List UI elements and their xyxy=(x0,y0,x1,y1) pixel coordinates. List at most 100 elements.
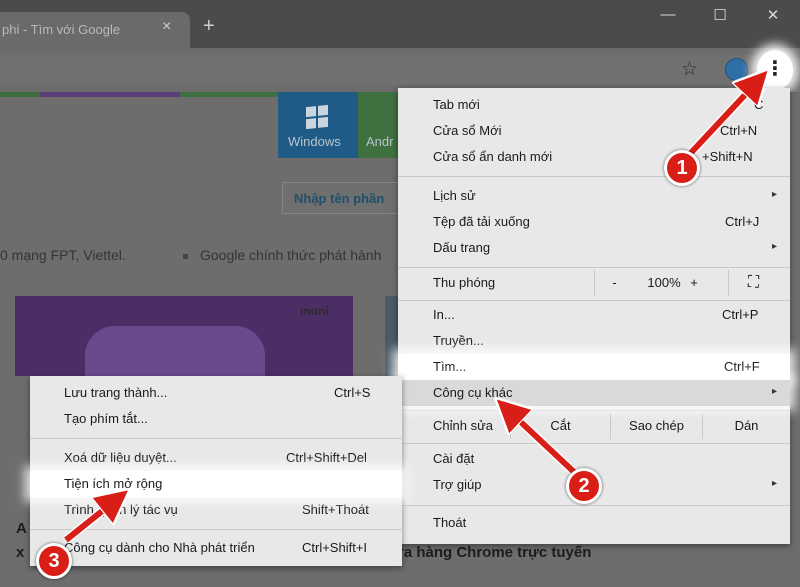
menu-shortcut: Shift+Thoát xyxy=(302,502,369,517)
menu-shortcut: Ctrl+Shift+Del xyxy=(286,450,367,465)
menu-shortcut: +Shift+N xyxy=(702,149,753,164)
paste-button[interactable]: Dán xyxy=(702,413,790,439)
category-android[interactable]: Andr xyxy=(358,92,398,158)
menu-label: Thoát xyxy=(433,515,467,530)
menu-item-save-page[interactable]: Lưu trang thành... Ctrl+S xyxy=(30,380,402,406)
thumbnail-logo: moni xyxy=(300,304,329,318)
menu-item-cast[interactable]: Truyền... xyxy=(398,328,790,354)
menu-item-dev-tools[interactable]: Công cụ dành cho Nhà phát triển Ctrl+Shi… xyxy=(30,535,402,561)
cut-button[interactable]: Cắt xyxy=(510,413,610,439)
submenu-arrow-icon: ▸ xyxy=(772,241,778,252)
menu-item-create-shortcut[interactable]: Tạo phím tắt... xyxy=(30,406,402,432)
browser-tab[interactable]: phi - Tìm với Google × xyxy=(0,12,190,48)
menu-item-bookmarks[interactable]: Dấu trang ▸ xyxy=(398,235,790,261)
zoom-out-button[interactable]: - xyxy=(594,270,634,296)
new-tab-icon[interactable]: + xyxy=(203,16,215,36)
tab-title: phi - Tìm với Google xyxy=(2,22,121,37)
menu-separator xyxy=(398,300,790,301)
article-title-fragment[interactable]: A xyxy=(16,520,27,537)
screenshot-root: phi - Tìm với Google × + — ☐ ✕ ☆ ⋮ Windo… xyxy=(0,0,800,587)
category-android-label: Andr xyxy=(366,134,394,149)
step-badge-1: 1 xyxy=(664,150,700,186)
menu-item-settings[interactable]: Cài đặt xyxy=(398,446,790,472)
menu-separator xyxy=(398,267,790,268)
menu-item-find[interactable]: Tìm... Ctrl+F xyxy=(398,354,790,380)
menu-item-exit[interactable]: Thoát xyxy=(398,510,790,536)
zoom-in-button[interactable]: + xyxy=(674,270,714,296)
menu-item-history[interactable]: Lịch sử ▸ xyxy=(398,183,790,209)
menu-item-task-manager[interactable]: Trình quản lý tác vụ Shift+Thoát xyxy=(30,497,402,523)
windows-logo-icon xyxy=(306,104,328,130)
menu-shortcut: Ctrl+S xyxy=(334,385,371,400)
article-thumbnail[interactable]: moni xyxy=(15,296,353,376)
menu-item-incognito[interactable]: Cửa sổ ẩn danh mới +Shift+N xyxy=(398,144,790,170)
menu-label: Trợ giúp xyxy=(433,477,482,492)
maximize-icon[interactable]: ☐ xyxy=(707,6,733,24)
menu-label: Trình quản lý tác vụ xyxy=(64,502,178,517)
menu-label: Cửa sổ ẩn danh mới xyxy=(433,149,553,164)
menu-label: Dấu trang xyxy=(433,240,491,255)
bookmark-star-icon[interactable]: ☆ xyxy=(681,58,698,81)
menu-item-zoom: Thu phóng - 100% + ⛶ xyxy=(398,270,790,296)
menu-item-new-tab[interactable]: Tab mới C xyxy=(398,92,790,118)
menu-label: Tìm... xyxy=(433,359,467,374)
kebab-menu-icon[interactable]: ⋮ xyxy=(762,53,788,85)
menu-item-downloads[interactable]: Tệp đã tải xuống Ctrl+J xyxy=(398,209,790,235)
menu-label: Thu phóng xyxy=(433,275,496,290)
submenu-arrow-icon: ▸ xyxy=(772,386,778,397)
menu-shortcut: Ctrl+Shift+I xyxy=(302,540,368,555)
step-badge-3: 3 xyxy=(36,543,72,579)
article-title-fragment[interactable]: x xyxy=(16,544,24,561)
menu-label: Cửa sổ Mới xyxy=(433,123,502,138)
menu-label: Tệp đã tải xuống xyxy=(433,214,530,229)
category-windows-label: Windows xyxy=(288,134,341,149)
minimize-icon[interactable]: — xyxy=(655,6,681,23)
color-strip xyxy=(0,92,40,97)
tab-strip: phi - Tìm với Google × + — ☐ ✕ xyxy=(0,0,800,48)
menu-label: Lịch sử xyxy=(433,188,476,203)
profile-avatar[interactable] xyxy=(725,58,748,81)
menu-shortcut: Ctrl+N xyxy=(720,123,758,138)
menu-item-clear-data[interactable]: Xoá dữ liệu duyệt... Ctrl+Shift+Del xyxy=(30,445,402,471)
menu-separator xyxy=(30,529,402,530)
menu-item-edit: Chỉnh sửa Cắt Sao chép Dán xyxy=(398,413,790,439)
article-title[interactable]: ra hàng Chrome trực tuyến xyxy=(398,544,591,561)
menu-separator xyxy=(398,443,790,444)
menu-separator xyxy=(398,410,790,411)
menu-label: Cài đặt xyxy=(433,451,475,466)
menu-item-more-tools[interactable]: Công cụ khác ▸ xyxy=(398,380,790,406)
menu-shortcut: Ctrl+J xyxy=(725,214,760,229)
menu-item-extensions[interactable]: Tiện ích mở rộng xyxy=(30,471,402,497)
menu-label: Lưu trang thành... xyxy=(64,385,168,400)
window-close-icon[interactable]: ✕ xyxy=(760,6,786,24)
address-bar[interactable] xyxy=(0,55,760,85)
more-tools-submenu: Lưu trang thành... Ctrl+S Tạo phím tắt..… xyxy=(30,376,402,566)
site-search-placeholder: Nhập tên phần xyxy=(294,191,385,206)
menu-shortcut: Ctrl+P xyxy=(722,307,759,322)
submenu-arrow-icon: ▸ xyxy=(772,189,778,200)
menu-label: Xoá dữ liệu duyệt... xyxy=(64,450,177,465)
menu-shortcut: Ctrl+F xyxy=(724,359,760,374)
tab-close-icon[interactable]: × xyxy=(162,18,171,36)
menu-item-print[interactable]: In... Ctrl+P xyxy=(398,302,790,328)
menu-label: Công cụ khác xyxy=(433,385,513,400)
menu-label: In... xyxy=(433,307,455,322)
menu-label: Tab mới xyxy=(433,97,480,112)
thumbnail-graphic xyxy=(85,326,265,376)
menu-label: Tạo phím tắt... xyxy=(64,411,148,426)
news-item[interactable]: Google chính thức phát hành xyxy=(200,247,381,263)
menu-label: Chỉnh sửa xyxy=(433,418,494,433)
news-item[interactable]: 0 mạng FPT, Viettel. xyxy=(0,247,126,263)
fullscreen-icon[interactable]: ⛶ xyxy=(728,270,778,296)
menu-shortcut: C xyxy=(754,97,764,112)
menu-label: Tiện ích mở rộng xyxy=(64,476,163,491)
site-search-input[interactable]: Nhập tên phần xyxy=(282,182,402,214)
copy-button[interactable]: Sao chép xyxy=(610,413,702,439)
bullet xyxy=(183,254,188,259)
menu-item-new-window[interactable]: Cửa sổ Mới Ctrl+N xyxy=(398,118,790,144)
menu-separator xyxy=(398,505,790,506)
category-windows[interactable]: Windows xyxy=(278,92,358,158)
step-badge-2: 2 xyxy=(566,468,602,504)
browser-toolbar: ☆ xyxy=(0,48,800,92)
menu-label: Công cụ dành cho Nhà phát triển xyxy=(64,540,255,555)
